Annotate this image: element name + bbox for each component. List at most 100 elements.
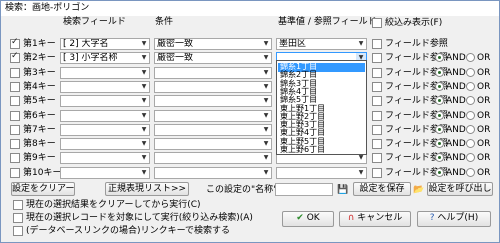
- key-enable-checkbox[interactable]: [10, 111, 20, 121]
- or-radio[interactable]: [466, 139, 475, 148]
- and-radio[interactable]: [435, 53, 444, 62]
- chevron-down-icon[interactable]: ▼: [139, 168, 149, 178]
- field-select[interactable]: [ 2] 大字名 ▼: [60, 38, 150, 50]
- field-select[interactable]: ▼: [60, 67, 150, 79]
- field-ref-checkbox[interactable]: [372, 139, 382, 149]
- chevron-down-icon[interactable]: ▼: [261, 39, 271, 49]
- and-radio[interactable]: [435, 168, 444, 177]
- key-enable-checkbox[interactable]: [10, 96, 20, 106]
- chevron-down-icon[interactable]: ▼: [139, 111, 149, 121]
- chevron-down-icon[interactable]: ▼: [139, 68, 149, 78]
- key-enable-checkbox[interactable]: [10, 68, 20, 78]
- chevron-down-icon[interactable]: ▼: [139, 82, 149, 92]
- ok-button[interactable]: ✔ OK: [282, 211, 334, 227]
- field-ref-checkbox[interactable]: [372, 68, 382, 78]
- field-select[interactable]: ▼: [60, 81, 150, 93]
- setting-name-input[interactable]: [275, 183, 333, 196]
- condition-select[interactable]: ▼: [154, 138, 272, 150]
- or-radio[interactable]: [466, 53, 475, 62]
- chevron-down-icon[interactable]: ▼: [139, 39, 149, 49]
- or-radio[interactable]: [466, 68, 475, 77]
- field-ref-checkbox[interactable]: [372, 153, 382, 163]
- key-enable-checkbox[interactable]: [10, 168, 20, 178]
- chevron-down-icon[interactable]: ▼: [356, 39, 366, 49]
- field-select[interactable]: ▼: [60, 124, 150, 136]
- field-select[interactable]: ▼: [60, 152, 150, 164]
- or-radio[interactable]: [466, 96, 475, 105]
- chevron-down-icon[interactable]: ▼: [261, 125, 271, 135]
- field-ref-checkbox[interactable]: [372, 125, 382, 135]
- chevron-down-icon[interactable]: ▼: [261, 68, 271, 78]
- condition-select[interactable]: 厳密一致 ▼: [154, 38, 272, 50]
- condition-select[interactable]: ▼: [154, 124, 272, 136]
- value-dropdown-list[interactable]: 錦糸1丁目 錦糸2丁目 錦糸3丁目 錦糸4丁目 錦糸5丁目 東上野1丁目 東上野2丁目 東上野…: [276, 60, 367, 155]
- and-radio[interactable]: [435, 111, 444, 120]
- regex-list-button[interactable]: 正規表現リスト>>: [105, 182, 189, 196]
- chevron-down-icon[interactable]: ▼: [261, 53, 271, 63]
- field-select[interactable]: ▼: [60, 167, 150, 179]
- or-label: OR: [477, 53, 491, 63]
- chevron-down-icon[interactable]: ▼: [139, 96, 149, 106]
- condition-select[interactable]: ▼: [154, 167, 272, 179]
- chevron-down-icon[interactable]: ▼: [261, 139, 271, 149]
- option-checkbox[interactable]: [13, 226, 23, 236]
- or-label: OR: [477, 111, 491, 121]
- key-enable-checkbox[interactable]: [10, 37, 20, 49]
- or-radio[interactable]: [466, 125, 475, 134]
- or-radio[interactable]: [466, 111, 475, 120]
- help-icon: ?: [429, 213, 435, 223]
- key-label: 第6キー: [23, 111, 56, 121]
- and-radio[interactable]: [435, 96, 444, 105]
- field-ref-checkbox[interactable]: [372, 168, 382, 178]
- chevron-down-icon[interactable]: ▼: [139, 125, 149, 135]
- and-radio[interactable]: [435, 153, 444, 162]
- chevron-down-icon[interactable]: ▼: [356, 168, 366, 178]
- or-radio[interactable]: [466, 153, 475, 162]
- save-settings-button[interactable]: 設定を保存: [353, 182, 411, 196]
- chevron-down-icon[interactable]: ▼: [261, 168, 271, 178]
- help-button[interactable]: ? ヘルプ(H): [417, 211, 491, 227]
- key-enable-checkbox[interactable]: [10, 139, 20, 149]
- chevron-down-icon[interactable]: ▼: [139, 139, 149, 149]
- field-ref-checkbox[interactable]: [372, 39, 382, 49]
- or-radio[interactable]: [466, 168, 475, 177]
- field-select[interactable]: ▼: [60, 95, 150, 107]
- field-ref-checkbox[interactable]: [372, 111, 382, 121]
- condition-select[interactable]: ▼: [154, 81, 272, 93]
- key-enable-checkbox[interactable]: [10, 153, 20, 163]
- or-radio[interactable]: [466, 82, 475, 91]
- load-settings-button[interactable]: 設定を呼び出し: [427, 182, 493, 196]
- condition-select[interactable]: ▼: [154, 110, 272, 122]
- dropdown-option[interactable]: 東上野6丁目: [278, 145, 365, 155]
- option-checkbox[interactable]: [13, 213, 23, 223]
- and-radio[interactable]: [435, 125, 444, 134]
- and-radio[interactable]: [435, 82, 444, 91]
- clear-settings-button[interactable]: 設定をクリアー: [11, 182, 75, 196]
- chevron-down-icon[interactable]: ▼: [261, 153, 271, 163]
- chevron-down-icon[interactable]: ▼: [261, 96, 271, 106]
- chevron-down-icon[interactable]: ▼: [139, 153, 149, 163]
- value-select[interactable]: 墨田区 ▼: [276, 38, 367, 50]
- condition-select[interactable]: ▼: [154, 67, 272, 79]
- value-select[interactable]: ▼: [276, 167, 367, 179]
- key-enable-checkbox[interactable]: [10, 125, 20, 135]
- key-enable-checkbox[interactable]: [10, 51, 20, 63]
- and-radio[interactable]: [435, 139, 444, 148]
- chevron-down-icon[interactable]: ▼: [261, 82, 271, 92]
- chevron-down-icon[interactable]: ▼: [139, 53, 149, 63]
- option-checkbox[interactable]: [13, 200, 23, 210]
- and-radio[interactable]: [435, 68, 444, 77]
- cancel-button[interactable]: ∩ キャンセル: [339, 211, 411, 227]
- field-select[interactable]: ▼: [60, 110, 150, 122]
- field-ref-checkbox[interactable]: [372, 82, 382, 92]
- field-select[interactable]: ▼: [60, 138, 150, 150]
- condition-select[interactable]: 厳密一致 ▼: [154, 52, 272, 64]
- field-select[interactable]: [ 3] 小字名称 ▼: [60, 52, 150, 64]
- field-ref-checkbox[interactable]: [372, 53, 382, 63]
- field-ref-checkbox[interactable]: [372, 96, 382, 106]
- condition-select[interactable]: ▼: [154, 95, 272, 107]
- condition-select[interactable]: ▼: [154, 152, 272, 164]
- narrow-display-checkbox[interactable]: [372, 18, 382, 28]
- key-enable-checkbox[interactable]: [10, 82, 20, 92]
- chevron-down-icon[interactable]: ▼: [261, 111, 271, 121]
